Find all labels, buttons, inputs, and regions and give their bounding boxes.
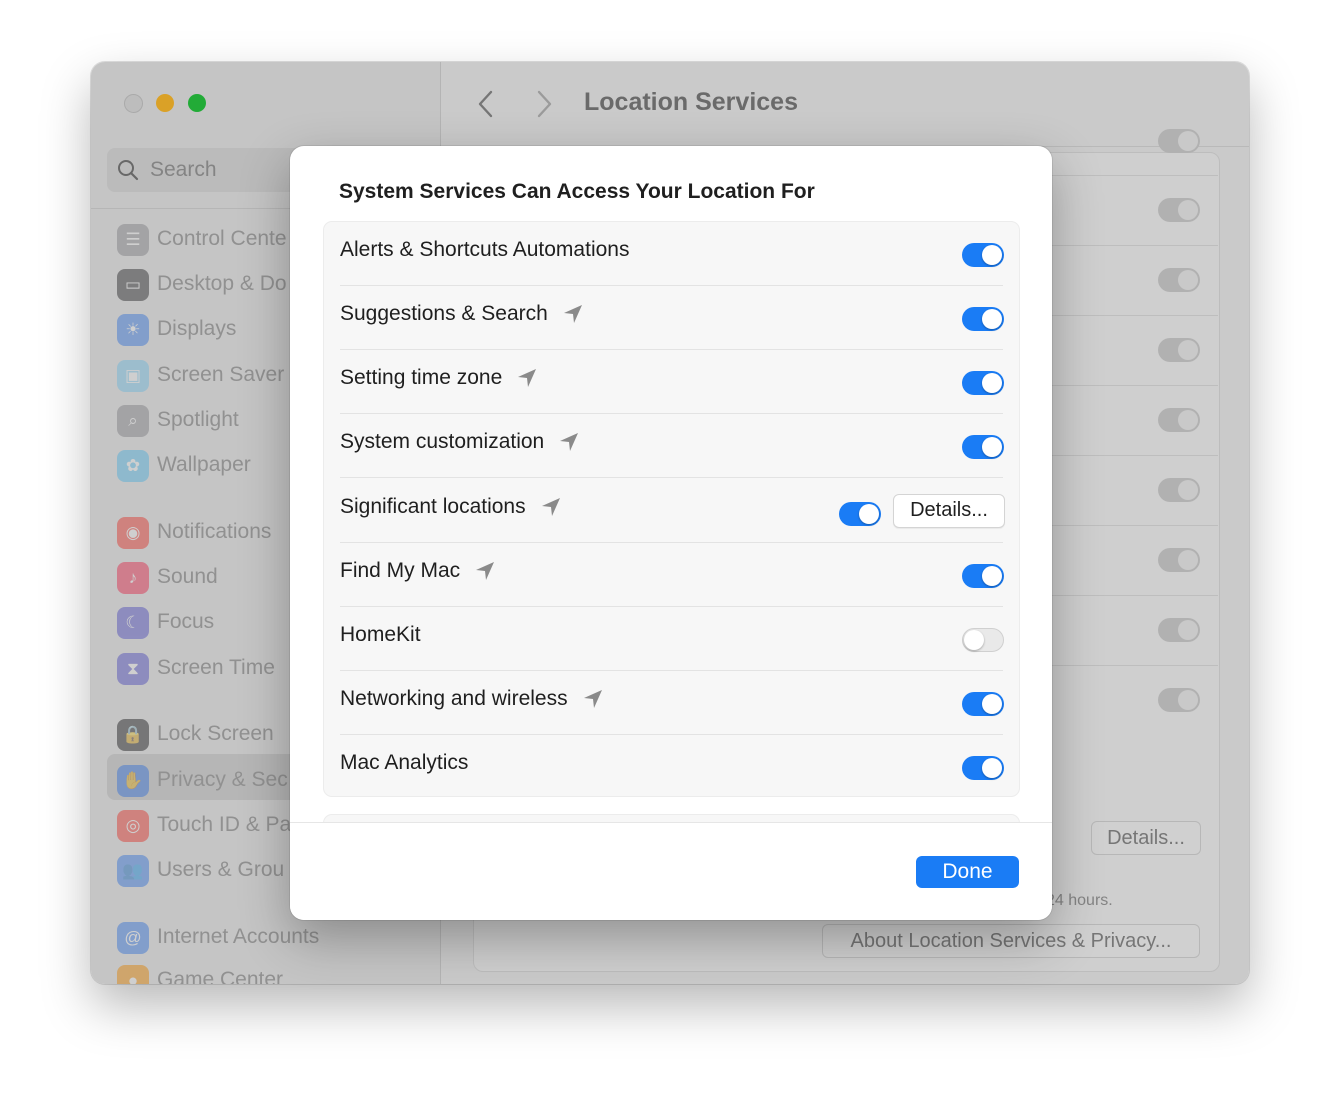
service-toggle[interactable] [962,692,1004,716]
location-arrow-icon [540,496,562,518]
service-name: Alerts & Shortcuts Automations [340,238,630,261]
toggle-knob [859,504,879,524]
significant-locations-details-button[interactable]: Details... [893,494,1005,528]
service-toggle[interactable] [962,435,1004,459]
service-row-significant-locations: Significant locations Details... [324,478,1019,543]
service-row-networking-and-wireless: Networking and wireless [324,671,1019,735]
service-toggle[interactable] [962,371,1004,395]
service-row-alerts-shortcuts-automations: Alerts & Shortcuts Automations [324,222,1019,286]
toggle-knob [982,373,1002,393]
location-arrow-icon [562,303,584,325]
service-row-label: Networking and wireless [340,687,604,711]
service-toggle[interactable] [962,243,1004,267]
system-services-sheet: System Services Can Access Your Location… [290,146,1052,920]
service-row-homekit: HomeKit [324,607,1019,671]
location-arrow-icon [516,367,538,389]
done-button[interactable]: Done [916,856,1019,888]
service-row-label: Alerts & Shortcuts Automations [340,238,629,262]
service-toggle[interactable] [962,307,1004,331]
service-row-find-my-mac: Find My Mac [324,543,1019,607]
location-arrow-icon [474,560,496,582]
toggle-knob [982,437,1002,457]
location-arrow-icon [558,431,580,453]
sheet-footer: Done [290,823,1052,920]
service-row-suggestions-search: Suggestions & Search [324,286,1019,350]
location-arrow-icon [582,688,604,710]
service-toggle[interactable] [962,628,1004,652]
sheet-title: System Services Can Access Your Location… [339,180,815,203]
service-name: Networking and wireless [340,687,568,710]
service-row-label: Significant locations [340,495,562,519]
service-row-label: Setting time zone [340,366,538,390]
service-toggle[interactable] [839,502,881,526]
service-row-label: Mac Analytics [340,751,468,775]
toggle-knob [964,630,984,650]
service-row-label: Suggestions & Search [340,302,584,326]
toggle-knob [982,566,1002,586]
toggle-knob [982,245,1002,265]
service-name: Find My Mac [340,559,461,582]
service-row-mac-analytics: Mac Analytics [324,735,1019,796]
service-row-label: HomeKit [340,623,421,647]
toggle-knob [982,758,1002,778]
service-name: Significant locations [340,495,526,518]
service-name: Setting time zone [340,366,503,389]
service-row-setting-time-zone: Setting time zone [324,350,1019,414]
service-toggle[interactable] [962,756,1004,780]
service-name: System customization [340,430,545,453]
system-services-list: Alerts & Shortcuts Automations Suggestion… [323,221,1020,797]
service-name: HomeKit [340,623,421,646]
service-name: Mac Analytics [340,751,469,774]
toggle-knob [982,694,1002,714]
toggle-knob [982,309,1002,329]
service-row-system-customization: System customization [324,414,1019,478]
service-row-label: System customization [340,430,580,454]
service-row-label: Find My Mac [340,559,496,583]
service-name: Suggestions & Search [340,302,548,325]
service-toggle[interactable] [962,564,1004,588]
